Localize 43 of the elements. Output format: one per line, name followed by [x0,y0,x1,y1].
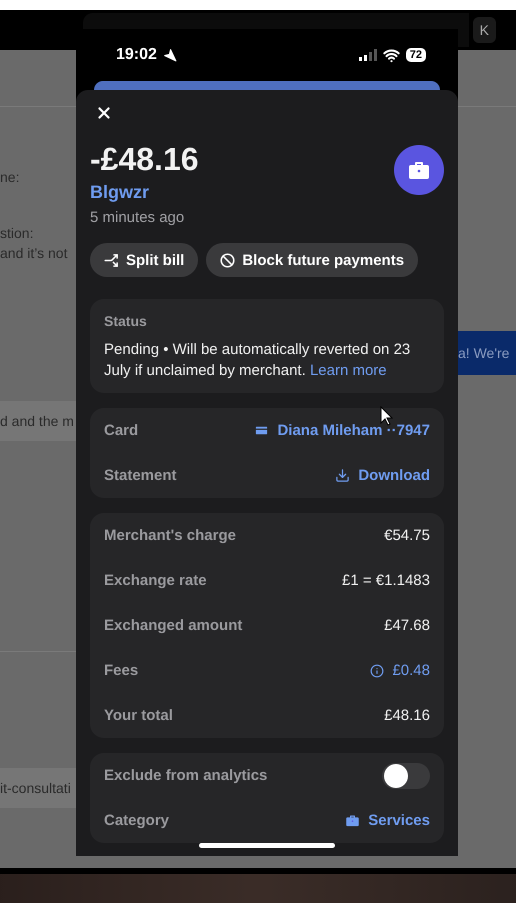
wifi-icon [382,46,400,64]
row-value: £47.68 [384,617,430,634]
row-label: Statement [104,467,177,484]
status-time: 19:02 [116,46,157,64]
text-line: ne: [0,169,20,185]
timestamp: 5 minutes ago [90,209,186,226]
text-line: and it’s not [0,245,68,261]
download-icon [335,468,350,483]
briefcase-icon [345,813,360,828]
row-value: €54.75 [384,527,430,544]
split-bill-button[interactable]: Split bill [90,243,198,277]
split-icon [104,252,119,268]
row-label: Your total [104,707,173,724]
info-icon [370,664,384,678]
row-label: Card [104,422,138,439]
merchant-link[interactable]: Blgwzr [90,182,199,203]
block-payments-button[interactable]: Block future payments [206,243,418,277]
shortcut-key: K [472,17,496,43]
text-line: stion: [0,225,34,241]
signal-icon [358,49,377,61]
row-value: £48.16 [384,707,430,724]
battery-level: 72 [406,48,426,62]
pointer-icon [380,406,393,426]
analytics-toggle[interactable] [382,762,430,788]
row-label: Exchanged amount [104,617,242,634]
text-snippet: it-consultati [0,768,76,808]
row-label: Category [104,812,170,829]
download-link[interactable]: Download [335,467,430,484]
block-icon [220,252,236,268]
status-title: Status [104,313,148,329]
category-link[interactable]: Services [345,812,430,829]
status-text: Pending • Will be automatically reverted on 23 July if unclaimed by merchant. Learn more [104,340,412,381]
row-label: Exchange rate [104,572,207,589]
row-value: £0.48 [370,662,430,679]
banner: a! We're [458,331,516,375]
row-label: Fees [104,662,138,679]
learn-more-link[interactable]: Learn more [310,362,387,379]
amount: -£48.16 [90,141,199,178]
card-link[interactable]: Diana Mileham ··7947 [254,422,430,439]
row-label: Exclude from analytics [104,767,268,784]
row-label: Merchant's charge [104,527,236,544]
row-value: £1 = €1.1483 [342,572,430,589]
text-snippet: d and the m [0,401,76,441]
